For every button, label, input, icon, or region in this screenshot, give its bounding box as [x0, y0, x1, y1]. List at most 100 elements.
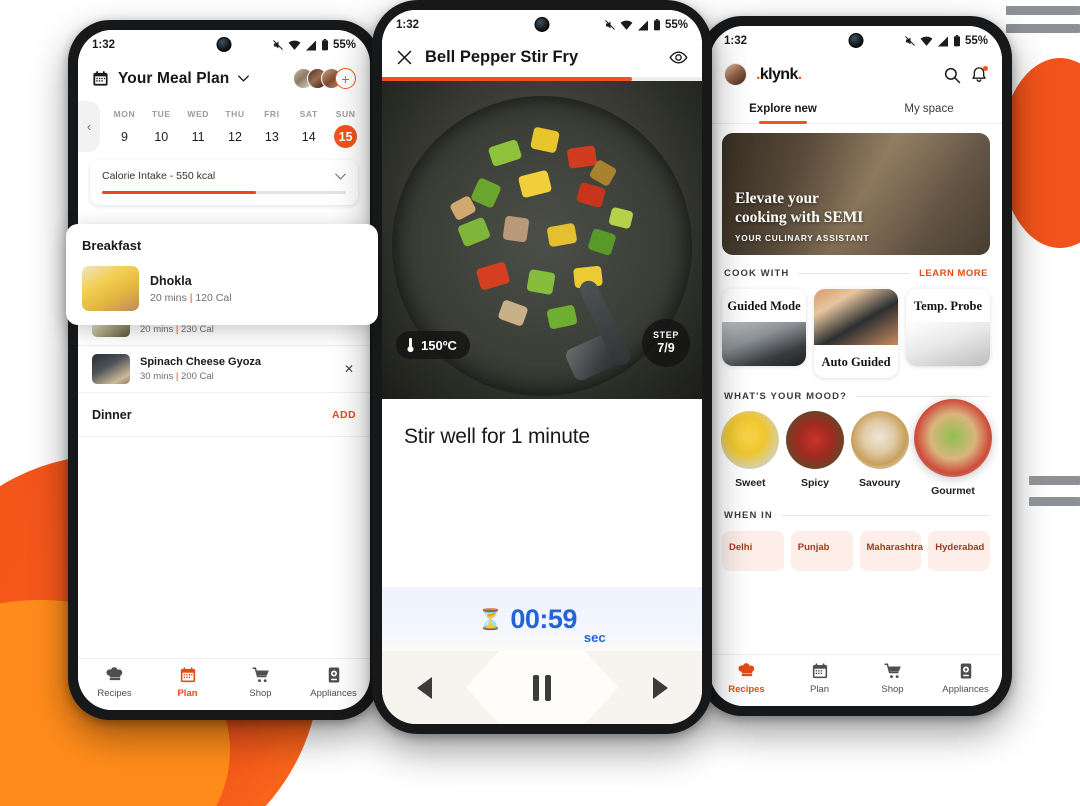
calendar-day-selected[interactable]: SUN 15 [327, 101, 364, 152]
mood-item-sweet[interactable]: Sweet [720, 410, 781, 497]
day-number: 13 [264, 129, 279, 144]
battery-percent: 55% [664, 19, 688, 31]
mood-item-savoury[interactable]: Savoury [849, 410, 910, 497]
chevron-down-icon[interactable] [238, 75, 250, 82]
tab-explore-new[interactable]: Explore new [710, 94, 856, 123]
phone-right: 1:32 55% .klynk. Explore new My space El… [700, 16, 1012, 716]
section-title: COOK WITH [724, 268, 790, 279]
nav-label: Plan [177, 688, 198, 699]
card-guided-mode[interactable]: Guided Mode [722, 289, 806, 366]
status-bar: 1:32 55% [78, 30, 370, 60]
calorie-intake-card[interactable]: Calorie Intake - 550 kcal [90, 160, 358, 206]
close-icon[interactable] [396, 49, 413, 66]
region-pill[interactable]: Maharashtra [859, 530, 924, 571]
previous-step-button[interactable] [382, 676, 466, 699]
nav-label: Shop [249, 688, 272, 699]
promo-banner[interactable]: Elevate your cooking with SEMI YOUR CULI… [722, 133, 990, 255]
meal-item-row[interactable]: Dhokla 20 mins | 120 Cal [82, 266, 362, 311]
card-image [814, 289, 898, 345]
previous-week-button[interactable]: ‹ [78, 101, 100, 152]
mood-image [850, 410, 909, 469]
region-label: Delhi [729, 541, 753, 553]
meal-calories: 120 Cal [195, 291, 232, 304]
appliance-icon [328, 667, 339, 683]
tab-my-space[interactable]: My space [856, 94, 1002, 123]
battery-percent: 55% [964, 35, 988, 47]
meal-item-row[interactable]: Spinach Cheese Gyoza 30 mins | 200 Cal ✕ [78, 346, 370, 394]
region-pill[interactable]: Punjab [790, 530, 853, 571]
status-time: 1:32 [92, 39, 116, 51]
nav-item-plan[interactable]: Plan [151, 666, 224, 699]
mood-label: Spicy [801, 476, 830, 489]
mood-item-gourmet[interactable]: Gourmet [914, 398, 993, 497]
card-temp-probe[interactable]: Temp. Probe [906, 289, 990, 366]
playback-controls [382, 651, 702, 724]
nav-item-appliances[interactable]: Appliances [929, 662, 1002, 695]
step-value: 7/9 [657, 340, 675, 355]
meal-name: Dhokla [150, 273, 192, 288]
breakfast-card[interactable]: Breakfast Dhokla 20 mins | 120 Cal [66, 224, 378, 325]
nav-item-recipes[interactable]: Recipes [710, 662, 783, 695]
day-name: WED [187, 109, 209, 119]
nav-item-shop[interactable]: Shop [856, 662, 929, 695]
calendar-day[interactable]: FRI 13 [253, 101, 290, 152]
day-name: SUN [335, 109, 356, 119]
recipe-header: Bell Pepper Stir Fry [382, 40, 702, 77]
next-step-button[interactable] [618, 676, 702, 699]
calendar-day[interactable]: WED 11 [180, 101, 217, 152]
battery-icon [953, 35, 960, 47]
app-header: .klynk. [710, 56, 1002, 94]
learn-more-link[interactable]: LEARN MORE [919, 268, 988, 279]
region-pill[interactable]: Delhi [722, 530, 784, 571]
step-badge: STEP 7/9 [642, 319, 690, 367]
meal-thumbnail [82, 266, 139, 311]
banner-subtitle: YOUR CULINARY ASSISTANT [735, 233, 870, 243]
nav-item-appliances[interactable]: Appliances [297, 666, 370, 699]
decorative-line [1006, 6, 1080, 15]
battery-icon [321, 39, 328, 51]
calendar-day[interactable]: THU 12 [217, 101, 254, 152]
chevron-down-icon[interactable] [335, 173, 346, 180]
calendar-day[interactable]: MON 9 [106, 101, 143, 152]
section-title: WHAT'S YOUR MOOD? [724, 390, 847, 402]
step-timer[interactable]: ⏳ 00:59 sec [382, 587, 702, 651]
region-label: Punjab [797, 541, 830, 553]
profile-avatar[interactable] [724, 63, 747, 86]
nav-label: Recipes [728, 684, 765, 695]
explore-tabs: Explore new My space [710, 94, 1002, 124]
chef-hat-icon [105, 667, 122, 681]
page-title: Your Meal Plan [118, 69, 230, 87]
remove-meal-button[interactable]: ✕ [342, 362, 356, 376]
eye-icon[interactable] [669, 48, 688, 67]
timer-value: 00:59 [510, 603, 577, 634]
add-meal-button[interactable]: ADD [332, 409, 356, 421]
signal-icon [637, 20, 648, 30]
day-number: 11 [191, 129, 205, 144]
step-instruction: Stir well for 1 minute [404, 425, 590, 448]
add-collaborator-button[interactable]: + [335, 68, 356, 89]
mute-icon [273, 40, 283, 50]
mute-icon [605, 20, 615, 30]
step-label: STEP [653, 330, 679, 341]
pause-button[interactable] [466, 651, 618, 724]
day-number: 10 [154, 129, 169, 144]
search-icon[interactable] [943, 66, 961, 84]
calendar-day[interactable]: TUE 10 [143, 101, 180, 152]
nav-item-recipes[interactable]: Recipes [78, 666, 151, 699]
mood-image [721, 410, 780, 469]
collaborator-avatars[interactable]: + [293, 68, 356, 89]
calorie-separator: - [169, 170, 174, 182]
mood-item-spicy[interactable]: Spicy [785, 410, 846, 497]
day-name: THU [225, 109, 245, 119]
nav-item-plan[interactable]: Plan [783, 662, 856, 695]
next-step-icon [652, 676, 668, 699]
nav-item-shop[interactable]: Shop [224, 666, 297, 699]
cook-with-section-header: COOK WITH LEARN MORE [710, 255, 1002, 279]
calendar-day[interactable]: SAT 14 [290, 101, 327, 152]
notifications-button[interactable] [970, 65, 988, 84]
region-pill[interactable]: Hyderabad [928, 530, 990, 571]
when-in-pills: Delhi Punjab Maharashtra Hyderabad [710, 521, 1002, 571]
card-auto-guided[interactable]: Auto Guided [814, 289, 898, 378]
region-label: Maharashtra [866, 541, 924, 553]
timer-unit: sec [583, 630, 606, 645]
